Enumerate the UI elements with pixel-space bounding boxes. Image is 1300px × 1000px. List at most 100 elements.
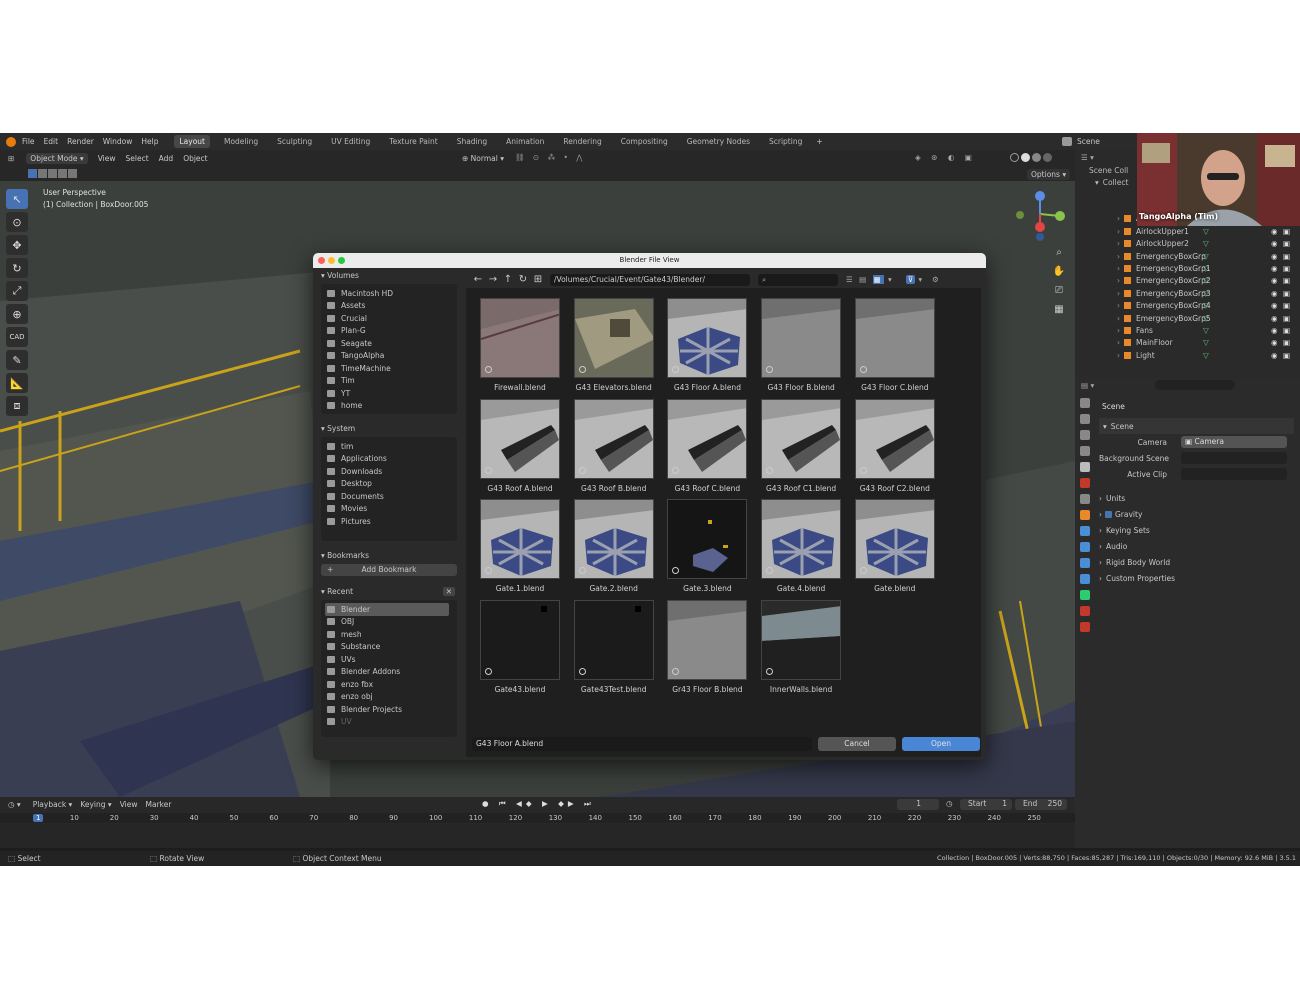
timeline-menu-keying[interactable]: Keying ▾ bbox=[80, 800, 111, 809]
thumbnail-mode-icon[interactable]: ▦ bbox=[872, 275, 884, 284]
select-invert-icon[interactable] bbox=[58, 169, 67, 178]
add-workspace-button[interactable]: + bbox=[816, 137, 822, 146]
timeline-menu-marker[interactable]: Marker bbox=[146, 800, 172, 809]
visibility-eye-icon[interactable]: ◉ bbox=[1271, 351, 1278, 360]
view-layer-tab-icon[interactable] bbox=[1080, 446, 1090, 456]
close-window-icon[interactable] bbox=[318, 257, 325, 264]
navigation-gizmo[interactable] bbox=[1010, 186, 1070, 246]
outliner-item[interactable]: › EmergencyBoxGrp5 ▽ ◉ ▣ bbox=[1075, 312, 1300, 324]
tab-texture-paint[interactable]: Texture Paint bbox=[384, 135, 442, 148]
timeline-track[interactable] bbox=[0, 824, 1075, 848]
render-camera-icon[interactable]: ▣ bbox=[1283, 351, 1290, 360]
recent-item[interactable]: Substance bbox=[321, 641, 457, 654]
playback-controls[interactable]: ● ⏮ ◀◆ ▶ ◆▶ ⏭ bbox=[482, 799, 595, 809]
background-scene-field[interactable] bbox=[1181, 452, 1287, 464]
recent-item[interactable]: Blender bbox=[325, 603, 449, 616]
tab-scripting[interactable]: Scripting bbox=[764, 135, 807, 148]
file-thumbnail[interactable]: Gate43Test.blend bbox=[567, 599, 661, 700]
selection-mode-icons[interactable] bbox=[28, 169, 77, 178]
visibility-eye-icon[interactable]: ◉ bbox=[1271, 326, 1278, 335]
material-shading-icon[interactable] bbox=[1032, 153, 1041, 162]
viewport-menu-add[interactable]: Add bbox=[159, 154, 174, 163]
outliner-item[interactable]: › AirlockUpper2 ▽ ◉ ▣ bbox=[1075, 238, 1300, 250]
gravity-checkbox[interactable] bbox=[1105, 510, 1112, 518]
zoom-icon[interactable]: ⌕ bbox=[1052, 243, 1066, 262]
material-tab-icon[interactable] bbox=[1080, 606, 1090, 616]
recent-item[interactable]: mesh bbox=[321, 628, 457, 641]
system-item[interactable]: Movies bbox=[321, 503, 457, 516]
file-thumbnail[interactable]: Firewall.blend bbox=[473, 298, 567, 398]
particles-tab-icon[interactable] bbox=[1080, 542, 1090, 552]
collection-tab-icon[interactable] bbox=[1080, 494, 1090, 504]
keying-sets-panel[interactable]: › Keying Sets bbox=[1099, 522, 1294, 538]
modifier-tab-icon[interactable] bbox=[1080, 526, 1090, 536]
system-item[interactable]: Downloads bbox=[321, 465, 457, 478]
recent-item[interactable]: OBJ bbox=[321, 616, 457, 629]
file-thumbnail[interactable]: G43 Roof A.blend bbox=[473, 398, 567, 499]
visibility-eye-icon[interactable]: ◉ bbox=[1271, 338, 1278, 347]
volume-item[interactable]: Tim bbox=[321, 375, 457, 388]
volume-item[interactable]: Crucial bbox=[321, 312, 457, 325]
expand-arrow-icon[interactable]: › bbox=[1117, 351, 1120, 360]
outliner-item[interactable]: › Fans ▽ ◉ ▣ bbox=[1075, 324, 1300, 336]
tab-layout[interactable]: Layout bbox=[174, 135, 210, 148]
output-tab-icon[interactable] bbox=[1080, 430, 1090, 440]
tab-rendering[interactable]: Rendering bbox=[558, 135, 606, 148]
outliner-editor-icon[interactable]: ☰ ▾ bbox=[1081, 153, 1094, 162]
outliner-item[interactable]: › EmergencyBoxGrp ▽ ◉ ▣ bbox=[1075, 250, 1300, 262]
data-tab-icon[interactable] bbox=[1080, 590, 1090, 600]
volume-item[interactable]: TangoAlpha bbox=[321, 350, 457, 363]
tab-uv-editing[interactable]: UV Editing bbox=[326, 135, 375, 148]
file-thumbnail[interactable]: Gate.2.blend bbox=[567, 499, 661, 599]
measure-tool-icon[interactable]: 📐 bbox=[6, 373, 28, 393]
solid-shading-icon[interactable] bbox=[1021, 153, 1030, 162]
custom-properties-panel[interactable]: › Custom Properties bbox=[1099, 570, 1294, 586]
select-intersect-icon[interactable] bbox=[68, 169, 77, 178]
scene-selector[interactable]: Scene bbox=[1077, 137, 1100, 146]
visibility-eye-icon[interactable]: ◉ bbox=[1271, 252, 1278, 261]
file-thumbnail[interactable]: G43 Roof C1.blend bbox=[754, 398, 848, 499]
select-subtract-icon[interactable] bbox=[48, 169, 57, 178]
volume-item[interactable]: Assets bbox=[321, 300, 457, 313]
select-new-icon[interactable] bbox=[28, 169, 37, 178]
system-item[interactable]: Desktop bbox=[321, 478, 457, 491]
file-thumbnail[interactable]: Gate.3.blend bbox=[660, 499, 754, 599]
render-camera-icon[interactable]: ▣ bbox=[1283, 276, 1290, 285]
render-camera-icon[interactable]: ▣ bbox=[1283, 227, 1290, 236]
visibility-eye-icon[interactable]: ◉ bbox=[1271, 314, 1278, 323]
units-panel[interactable]: › Units bbox=[1099, 490, 1294, 506]
volume-item[interactable]: Seagate bbox=[321, 337, 457, 350]
file-thumbnail[interactable]: G43 Roof C.blend bbox=[660, 398, 754, 499]
expand-arrow-icon[interactable]: › bbox=[1117, 276, 1120, 285]
file-thumbnail[interactable]: Gate.1.blend bbox=[473, 499, 567, 599]
visibility-eye-icon[interactable]: ◉ bbox=[1271, 289, 1278, 298]
render-camera-icon[interactable]: ▣ bbox=[1283, 314, 1290, 323]
scale-tool-icon[interactable]: ⤢ bbox=[6, 281, 28, 301]
recent-item[interactable]: enzo obj bbox=[321, 691, 457, 704]
menu-help[interactable]: Help bbox=[141, 137, 158, 146]
tool-tab-icon[interactable] bbox=[1080, 398, 1090, 408]
file-thumbnail[interactable]: G43 Floor C.blend bbox=[848, 298, 942, 398]
outliner-item[interactable]: › EmergencyBoxGrp3 ▽ ◉ ▣ bbox=[1075, 287, 1300, 299]
back-arrow-icon[interactable]: ← bbox=[472, 274, 484, 286]
viewport-menu-view[interactable]: View bbox=[98, 154, 116, 163]
filter-dropdown-icon[interactable]: ▾ bbox=[918, 275, 922, 284]
tab-compositing[interactable]: Compositing bbox=[616, 135, 673, 148]
options-dropdown[interactable]: Options ▾ bbox=[1027, 169, 1071, 180]
scene-panel-header[interactable]: ▾ Scene bbox=[1099, 418, 1294, 434]
refresh-icon[interactable]: ↻ bbox=[517, 274, 529, 286]
blender-logo-icon[interactable] bbox=[6, 136, 16, 147]
select-extend-icon[interactable] bbox=[38, 169, 47, 178]
volume-item[interactable]: TimeMachine bbox=[321, 362, 457, 375]
add-cube-tool-icon[interactable]: ⧈ bbox=[6, 396, 28, 416]
camera-field[interactable]: ▣ Camera bbox=[1181, 436, 1287, 448]
volume-item[interactable]: YT bbox=[321, 387, 457, 400]
file-thumbnail[interactable]: Gate.blend bbox=[848, 499, 942, 599]
pan-hand-icon[interactable]: ✋ bbox=[1052, 262, 1066, 281]
snapping-icons[interactable]: ⛓ ⊙ ⁂ • ⋀ bbox=[515, 153, 585, 162]
constraints-tab-icon[interactable] bbox=[1080, 574, 1090, 584]
filename-input[interactable]: G43 Floor A.blend bbox=[472, 737, 812, 751]
volumes-section-header[interactable]: ▾ Volumes bbox=[321, 271, 457, 280]
system-item[interactable]: Documents bbox=[321, 490, 457, 503]
system-item[interactable]: tim bbox=[321, 440, 457, 453]
